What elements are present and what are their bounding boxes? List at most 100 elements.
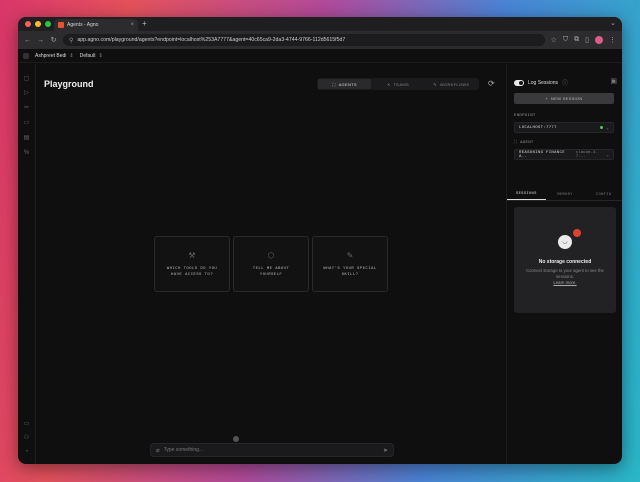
sidebar-icon[interactable]: ▯ xyxy=(585,36,589,44)
plus-icon: + xyxy=(545,96,549,101)
mode-label: AGENTS xyxy=(338,81,357,87)
info-icon[interactable]: ⓘ xyxy=(562,78,568,87)
page-title: Playground xyxy=(44,79,94,89)
folder-icon[interactable]: ▢ xyxy=(23,76,30,83)
panel-toggle-icon[interactable]: ▣ xyxy=(610,77,617,85)
endpoint-label: ENDPOINT xyxy=(514,114,536,118)
new-session-label: NEW SESSION xyxy=(551,96,583,101)
bookmark-star-icon[interactable]: ☆ xyxy=(551,36,557,44)
tab-sessions[interactable]: SESSIONS xyxy=(507,189,546,200)
suggestion-card[interactable]: ⬡ TELL ME ABOUT YOURSELF xyxy=(233,236,309,292)
url-field[interactable]: ⚲ app.agno.com/playground/agents?endpoin… xyxy=(63,34,545,46)
wrench-icon: ⚒ xyxy=(188,250,196,260)
agent-model: claude-3-7... xyxy=(575,150,599,159)
mode-workflows[interactable]: ✎ WORKFLOWS xyxy=(425,79,478,89)
endpoint-field[interactable]: LOCALHOST:7777 ⌄ xyxy=(514,122,614,133)
new-tab-icon[interactable]: + xyxy=(142,19,147,28)
panel-tabs: SESSIONS MEMORY CONFIG xyxy=(507,189,622,201)
play-icon[interactable]: ▷ xyxy=(23,90,30,97)
address-bar: ← → ↻ ⚲ app.agno.com/playground/agents?e… xyxy=(18,31,622,49)
extensions-icon[interactable]: ⧉ xyxy=(574,36,579,44)
more-menu-icon[interactable]: ⋮ xyxy=(609,36,616,44)
right-panel: Log Sessions ⓘ ▣ + NEW SESSION ENDPOINT … xyxy=(506,64,622,464)
forward-icon[interactable]: → xyxy=(37,37,44,44)
shield-icon[interactable]: ⛉ xyxy=(563,36,568,44)
attach-icon[interactable]: ⌀ xyxy=(156,447,160,454)
mode-agents[interactable]: ⛶ AGENTS xyxy=(318,79,372,89)
app-body: ▢ ▷ ✂ ▭ ▤ % ▭ ⚇ ◔ Playground ⛶ AGENTS ✕ … xyxy=(18,64,622,464)
browser-extensions: ☆ ⛉ ⧉ ▯ ⋮ xyxy=(551,36,616,44)
suggestion-text: WHAT'S YOUR SPECIAL SKILL? xyxy=(323,266,377,277)
chevron-updown-icon: ⇕ xyxy=(69,52,74,59)
chat-input-box: ⌀ ➤ xyxy=(150,443,394,457)
cube-icon: ⬡ xyxy=(267,250,275,260)
agent-label-row: ⛶ AGENT xyxy=(514,140,534,146)
browser-tab-title: Agents - Agno xyxy=(67,22,99,28)
storage-title: No storage connected xyxy=(538,258,592,265)
new-session-button[interactable]: + NEW SESSION xyxy=(514,93,614,104)
workspace-name: Ashpreet Bedi xyxy=(35,52,67,59)
suggestion-card[interactable]: ⚒ WHICH TOOLS DO YOU HAVE ACCESS TO? xyxy=(154,236,230,292)
maximize-window-button[interactable] xyxy=(45,21,51,27)
close-window-button[interactable] xyxy=(25,21,31,27)
drag-handle[interactable] xyxy=(233,436,239,442)
pen-icon: ✎ xyxy=(346,250,354,260)
learn-more-link[interactable]: Learn more. xyxy=(553,280,576,286)
close-tab-icon[interactable]: × xyxy=(130,22,134,28)
suggestion-card[interactable]: ✎ WHAT'S YOUR SPECIAL SKILL? xyxy=(312,236,388,292)
storage-empty-state: ◡ No storage connected Connect storage t… xyxy=(514,207,616,313)
mode-label: WORKFLOWS xyxy=(439,81,470,87)
suggestion-text: WHICH TOOLS DO YOU HAVE ACCESS TO? xyxy=(166,266,218,277)
log-sessions-toggle[interactable] xyxy=(514,79,524,86)
connection-status-dot xyxy=(600,126,604,129)
agent-selector[interactable]: REASONING FINANCE A.. claude-3-7... ⌄ xyxy=(514,149,614,160)
app-header: Ashpreet Bedi ⇕ Default ⇕ xyxy=(18,49,622,63)
log-sessions-label: Log Sessions xyxy=(528,79,559,86)
monitor-icon[interactable]: ▭ xyxy=(23,120,30,127)
workflows-icon: ✎ xyxy=(433,81,437,87)
browser-tab[interactable]: Agents - Agno × xyxy=(54,19,138,31)
mode-switcher: ⛶ AGENTS ✕ TEAMS ✎ WORKFLOWS xyxy=(317,78,479,90)
tab-bar: Agents - Agno × + ⌄ xyxy=(18,17,622,31)
percent-icon[interactable]: % xyxy=(23,150,30,157)
workspace-avatar xyxy=(23,52,29,59)
agent-label: AGENT xyxy=(520,140,534,145)
storage-description: Connect storage to your agent to see the… xyxy=(526,267,604,279)
chevron-updown-icon: ⇕ xyxy=(98,52,103,59)
tab-config[interactable]: CONFIG xyxy=(584,189,622,200)
log-sessions-row: Log Sessions ⓘ xyxy=(514,78,568,87)
suggestion-text: TELL ME ABOUT YOURSELF xyxy=(252,266,290,277)
chevron-down-icon: ⌄ xyxy=(606,126,609,131)
mode-teams[interactable]: ✕ TEAMS xyxy=(371,79,424,89)
alert-badge xyxy=(573,228,581,237)
agent-icon: ⛶ xyxy=(514,141,518,145)
playground-main: Playground ⛶ AGENTS ✕ TEAMS ✎ WORKFLOWS … xyxy=(37,64,506,464)
profile-avatar[interactable] xyxy=(595,36,603,44)
users-icon[interactable]: ⚇ xyxy=(23,435,30,442)
refresh-icon[interactable]: ⟳ xyxy=(488,79,495,88)
storage-icon: ◡ xyxy=(558,228,581,249)
agno-favicon-icon xyxy=(58,22,64,28)
document-icon[interactable]: ▤ xyxy=(23,135,30,142)
chevron-down-icon[interactable]: ⌄ xyxy=(610,19,616,27)
chat-icon[interactable]: ▭ xyxy=(23,421,30,428)
browser-window: Agents - Agno × + ⌄ ← → ↻ ⚲ app.agno.com… xyxy=(18,17,622,464)
site-info-icon[interactable]: ⚲ xyxy=(69,37,73,44)
endpoint-value: LOCALHOST:7777 xyxy=(519,125,557,130)
help-icon[interactable]: ◔ xyxy=(23,449,30,456)
agents-icon: ⛶ xyxy=(332,81,336,87)
url-text: app.agno.com/playground/agents?endpoint=… xyxy=(77,37,346,43)
window-controls xyxy=(25,21,51,27)
scissors-icon[interactable]: ✂ xyxy=(23,105,30,112)
workspace-selector[interactable]: Ashpreet Bedi ⇕ xyxy=(35,53,74,59)
reload-icon[interactable]: ↻ xyxy=(50,36,57,44)
back-icon[interactable]: ← xyxy=(24,37,31,44)
suggestion-cards: ⚒ WHICH TOOLS DO YOU HAVE ACCESS TO? ⬡ T… xyxy=(154,236,388,292)
tab-memory[interactable]: MEMORY xyxy=(546,189,585,200)
smiley-icon: ◡ xyxy=(562,238,568,245)
minimize-window-button[interactable] xyxy=(35,21,41,27)
chat-input[interactable] xyxy=(163,447,379,453)
chevron-down-icon: ⌄ xyxy=(606,153,609,158)
send-icon[interactable]: ➤ xyxy=(383,447,388,454)
project-selector[interactable]: Default ⇕ xyxy=(80,53,103,59)
